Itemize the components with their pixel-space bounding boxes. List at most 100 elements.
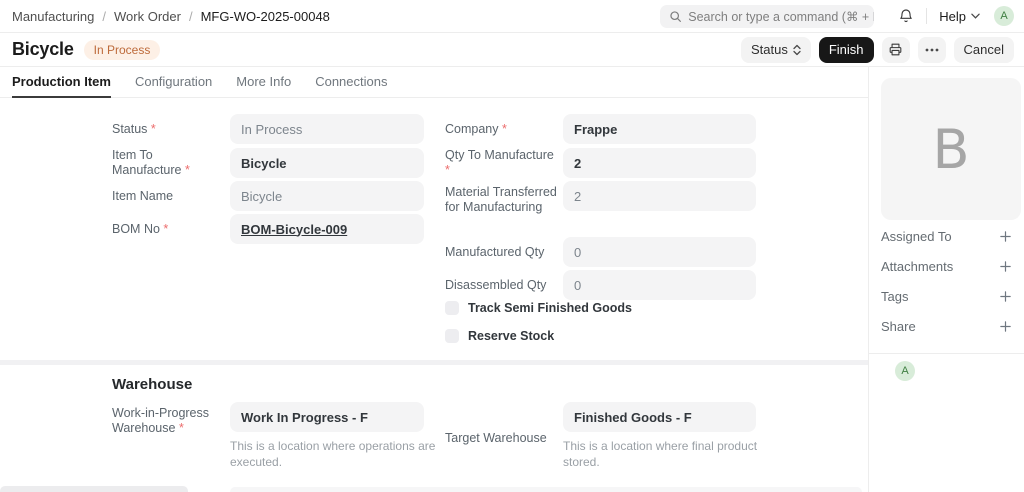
- share-label: Share: [881, 319, 916, 334]
- field-material-transferred: Material Transferred for Manufacturing 2: [445, 181, 756, 215]
- sidebar-item-assigned-to[interactable]: Assigned To: [881, 221, 1012, 251]
- plus-icon[interactable]: [999, 230, 1012, 243]
- sidebar-item-attachments[interactable]: Attachments: [881, 251, 1012, 281]
- work-order-page: Manufacturing / Work Order / MFG-WO-2025…: [0, 0, 1024, 492]
- status-input: In Process: [230, 114, 424, 144]
- top-navbar: Manufacturing / Work Order / MFG-WO-2025…: [0, 0, 1024, 33]
- checkbox-icon: [445, 329, 459, 343]
- plus-icon[interactable]: [999, 290, 1012, 303]
- track-semi-finished-goods-label: Track Semi Finished Goods: [468, 301, 632, 315]
- section-divider: [0, 360, 868, 365]
- user-avatar-initial: A: [1000, 10, 1007, 22]
- breadcrumb: Manufacturing / Work Order / MFG-WO-2025…: [12, 9, 330, 24]
- navbar-divider: [926, 8, 927, 24]
- field-wip-warehouse: Work-in-Progress Warehouse Work In Progr…: [112, 402, 442, 470]
- page-head: Bicycle In Process Status Finish: [0, 33, 1024, 67]
- tab-more-info[interactable]: More Info: [236, 67, 291, 98]
- more-icon: [925, 48, 939, 52]
- viewer-avatar[interactable]: A: [895, 361, 915, 381]
- field-item-name-label: Item Name: [112, 189, 173, 204]
- form-main: Production Item Configuration More Info …: [0, 67, 868, 492]
- more-options-button[interactable]: [918, 37, 946, 63]
- breadcrumb-separator: /: [102, 9, 106, 24]
- viewer-avatar-initial: A: [901, 365, 908, 377]
- finish-button-label: Finish: [829, 42, 864, 57]
- item-to-manufacture-input[interactable]: Bicycle: [230, 148, 424, 178]
- search-icon: [669, 10, 682, 23]
- attachments-label: Attachments: [881, 259, 953, 274]
- status-dropdown-button[interactable]: Status: [741, 37, 811, 63]
- warehouse-section-title: Warehouse: [112, 376, 192, 393]
- sidebar-item-share[interactable]: Share: [881, 311, 1012, 341]
- user-avatar[interactable]: A: [994, 6, 1014, 26]
- search-input[interactable]: Search or type a command (⌘ + K): [660, 5, 874, 28]
- qty-to-manufacture-input[interactable]: 2: [563, 148, 756, 178]
- field-target-warehouse-label: Target Warehouse: [445, 431, 547, 446]
- page-actions: Status Finish Cancel: [741, 37, 1014, 63]
- field-disassembled-qty-label: Disassembled Qty: [445, 278, 546, 293]
- tab-connections[interactable]: Connections: [315, 67, 387, 98]
- bom-no-link[interactable]: BOM-Bicycle-009: [230, 214, 424, 244]
- field-target-warehouse: Target Warehouse Finished Goods - F This…: [445, 402, 775, 470]
- selector-icon: [793, 44, 801, 56]
- status-dropdown-label: Status: [751, 42, 788, 57]
- field-company-label: Company: [445, 122, 507, 137]
- track-semi-finished-goods-checkbox[interactable]: Track Semi Finished Goods: [445, 301, 632, 315]
- field-status-label: Status: [112, 122, 156, 137]
- material-transferred-input: 2: [563, 181, 756, 211]
- bell-icon: [898, 8, 914, 24]
- field-status: Status In Process: [112, 114, 424, 144]
- field-manufactured-qty-label: Manufactured Qty: [445, 245, 544, 260]
- wip-warehouse-input[interactable]: Work In Progress - F: [230, 402, 424, 432]
- finish-button[interactable]: Finish: [819, 37, 874, 63]
- breadcrumb-work-order[interactable]: Work Order: [114, 9, 181, 24]
- manufactured-qty-input: 0: [563, 237, 756, 267]
- page-title: Bicycle: [12, 39, 74, 60]
- field-material-transferred-label: Material Transferred for Manufacturing: [445, 185, 557, 215]
- reserve-stock-checkbox[interactable]: Reserve Stock: [445, 329, 554, 343]
- field-bom-no-label: BOM No: [112, 222, 168, 237]
- target-warehouse-input[interactable]: Finished Goods - F: [563, 402, 756, 432]
- breadcrumb-current-doc: MFG-WO-2025-00048: [201, 9, 330, 24]
- form-sidebar: B Assigned To Attachments Tags Share: [868, 67, 1024, 492]
- assigned-to-label: Assigned To: [881, 229, 952, 244]
- field-qty-to-manufacture-label: Qty To Manufacture: [445, 148, 557, 178]
- help-menu[interactable]: Help: [939, 9, 980, 24]
- field-item-to-manufacture: Item To Manufacture Bicycle: [112, 148, 424, 178]
- disassembled-qty-input: 0: [563, 270, 756, 300]
- breadcrumb-separator: /: [189, 9, 193, 24]
- field-company: Company Frappe: [445, 114, 756, 144]
- next-section-edge: [0, 486, 188, 492]
- company-input[interactable]: Frappe: [563, 114, 756, 144]
- field-manufactured-qty: Manufactured Qty 0: [445, 237, 756, 267]
- status-badge: In Process: [84, 40, 161, 60]
- plus-icon[interactable]: [999, 320, 1012, 333]
- cancel-button[interactable]: Cancel: [954, 37, 1014, 63]
- item-name-input: Bicycle: [230, 181, 424, 211]
- field-item-to-manufacture-label: Item To Manufacture: [112, 148, 224, 178]
- field-bom-no: BOM No BOM-Bicycle-009: [112, 214, 424, 244]
- notifications-button[interactable]: [898, 8, 914, 24]
- form-tabs: Production Item Configuration More Info …: [0, 67, 868, 98]
- printer-icon: [888, 42, 903, 57]
- sidebar-item-tags[interactable]: Tags: [881, 281, 1012, 311]
- plus-icon[interactable]: [999, 260, 1012, 273]
- search-placeholder: Search or type a command (⌘ + K): [688, 9, 874, 24]
- breadcrumb-manufacturing[interactable]: Manufacturing: [12, 9, 94, 24]
- item-image-placeholder[interactable]: B: [881, 78, 1021, 220]
- tab-configuration[interactable]: Configuration: [135, 67, 212, 98]
- reserve-stock-label: Reserve Stock: [468, 329, 554, 343]
- next-section-edge: [230, 487, 862, 492]
- field-disassembled-qty: Disassembled Qty 0: [445, 270, 756, 300]
- cancel-button-label: Cancel: [964, 42, 1004, 57]
- tags-label: Tags: [881, 289, 908, 304]
- print-button[interactable]: [882, 37, 910, 63]
- item-image-initial: B: [932, 118, 969, 181]
- sidebar-divider: [869, 353, 1024, 354]
- wip-warehouse-help: This is a location where operations are …: [230, 438, 442, 470]
- chevron-down-icon: [971, 13, 980, 19]
- checkbox-icon: [445, 301, 459, 315]
- tab-production-item[interactable]: Production Item: [12, 67, 111, 98]
- help-label: Help: [939, 9, 966, 24]
- field-qty-to-manufacture: Qty To Manufacture 2: [445, 148, 756, 178]
